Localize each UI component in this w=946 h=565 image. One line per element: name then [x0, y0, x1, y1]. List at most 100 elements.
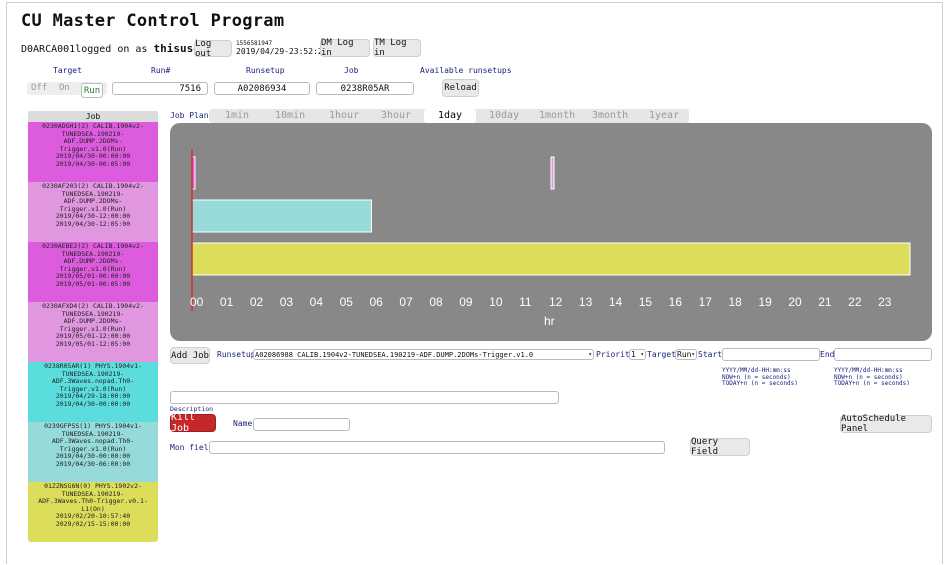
- dm-login-button[interactable]: DM Log in: [320, 38, 370, 58]
- job-plan-label: Job Plan: [170, 111, 209, 120]
- x-axis-label: hr: [544, 314, 555, 328]
- reload-button[interactable]: Reload: [442, 79, 479, 97]
- add-runsetup-select[interactable]: A02086988 CALIB.1904v2-TUNEDSEA.190219-A…: [253, 349, 594, 360]
- tab-10min[interactable]: 10min: [275, 110, 305, 121]
- state-run[interactable]: Run: [81, 83, 103, 98]
- timeline-bar[interactable]: [191, 242, 911, 276]
- end-help-line: TODAY+n (n = seconds): [834, 380, 910, 387]
- start-label: Start: [698, 350, 723, 359]
- chevron-down-icon: ▾: [640, 351, 644, 358]
- x-tick-label: 20: [788, 295, 802, 309]
- x-tick-label: 02: [250, 295, 264, 309]
- x-tick-label: 23: [878, 295, 892, 309]
- x-tick-label: 04: [310, 295, 324, 309]
- run-state-switch[interactable]: Off On Run: [27, 82, 107, 98]
- available-runsetups-label: Available runsetups: [420, 66, 512, 75]
- job-list-item[interactable]: 0230AFXD4(2) CALIB.1904v2- TUNEDSEA.19021…: [28, 302, 158, 362]
- start-input[interactable]: [722, 348, 820, 361]
- end-label: End: [820, 350, 835, 359]
- kill-job-button[interactable]: Kill Job: [170, 412, 216, 434]
- job-list-item[interactable]: 0230AF203(2) CALIB.1904v2- TUNEDSEA.19021…: [28, 182, 158, 242]
- add-target-label: Target: [647, 350, 676, 359]
- query-field-button[interactable]: Query Field: [690, 437, 750, 457]
- page-title: CU Master Control Program: [21, 11, 285, 31]
- x-tick-label: 06: [370, 295, 384, 309]
- x-tick-label: 15: [639, 295, 653, 309]
- logout-button[interactable]: Log out: [194, 39, 232, 59]
- job-label: Job: [344, 66, 359, 75]
- chevron-down-icon: ▾: [588, 351, 592, 358]
- x-tick-label: 10: [489, 295, 503, 309]
- start-help-line: TODAY+n (n = seconds): [722, 380, 798, 387]
- x-tick-label: 12: [549, 295, 563, 309]
- timeline-svg: 00 01 02 03 04 05 06 07 08 09 10 11 12 13 14 15 16 17 18 19…: [190, 149, 911, 328]
- x-tick-label: 11: [519, 295, 532, 309]
- tab-3month[interactable]: 3month: [592, 110, 628, 121]
- state-off[interactable]: Off: [31, 83, 47, 93]
- tab-1min[interactable]: 1min: [225, 110, 249, 121]
- end-input[interactable]: [834, 348, 932, 361]
- x-tick-label: 13: [579, 295, 593, 309]
- add-job-button[interactable]: Add Job: [170, 347, 210, 364]
- autoschedule-panel-button[interactable]: AutoSchedule Panel: [840, 414, 932, 434]
- login-prefix: D0ARCA001logged on as: [21, 44, 148, 55]
- tm-login-button[interactable]: TM Log in: [373, 38, 421, 58]
- x-tick-label: 14: [609, 295, 623, 309]
- job-item-line: 2029/02/15-15:00:00: [55, 519, 131, 528]
- start-format-help: YYYY/MM/dd-HH:mm:ss NOW+n (n = seconds) …: [722, 367, 798, 388]
- x-tick-label: 17: [699, 295, 713, 309]
- job-list-item[interactable]: 0230ADGH1(2) CALIB.1904v2- TUNEDSEA.19021…: [28, 122, 158, 182]
- job-plan-tabs: 1min 10min 1hour 3hour 1day 10day 1month 3month…: [209, 109, 689, 123]
- job-item-line: 2019/04/30-00:05:00: [55, 159, 131, 168]
- job-list-item[interactable]: 0238R05AR(1) PHYS.1904v1- TUNEDSEA.190219…: [28, 362, 158, 422]
- job-item-line: 2019/04/30-06:00:00: [55, 459, 131, 468]
- job-item-line: 2019/04/30-00:00:00: [55, 399, 131, 408]
- tab-10day[interactable]: 10day: [489, 110, 519, 121]
- add-target-select[interactable]: Run ▾: [675, 349, 697, 360]
- login-status: D0ARCA001logged on as thisuser: [21, 42, 206, 55]
- end-format-help: YYYY/MM/dd-HH:mm:ss NOW+n (n = seconds) …: [834, 367, 910, 388]
- target-label: Target: [53, 66, 82, 75]
- runsetup-field[interactable]: A02086934: [214, 82, 310, 95]
- x-tick-label: 01: [220, 295, 234, 309]
- timeline-bar[interactable]: [550, 156, 555, 190]
- job-list-item[interactable]: 0230AEBE2(2) CALIB.1904v2- TUNEDSEA.19021…: [28, 242, 158, 302]
- job-plan-chart: 00 01 02 03 04 05 06 07 08 09 10 11 12 13 14 15 16 17 18 19…: [170, 123, 932, 341]
- x-tick-label: 07: [399, 295, 413, 309]
- mon-field-label: Mon field: [170, 443, 214, 452]
- x-tick-label: 19: [758, 295, 772, 309]
- session-id: 1556581947: [236, 40, 273, 47]
- x-tick-label: 21: [818, 295, 832, 309]
- x-tick-label: 00: [190, 295, 204, 309]
- job-field[interactable]: 0238R05AR: [316, 82, 414, 95]
- job-list-header: Job: [28, 111, 158, 122]
- job-item-line: 2019/05/01-12:05:00: [55, 339, 131, 348]
- x-tick-label: 22: [848, 295, 862, 309]
- mon-field-input[interactable]: [209, 441, 665, 454]
- description-input[interactable]: [170, 391, 559, 404]
- x-tick-label: 05: [340, 295, 354, 309]
- tab-1day[interactable]: 1day: [424, 109, 477, 123]
- timeline-bar[interactable]: [191, 199, 372, 233]
- job-list-item[interactable]: 01ZZNSG6N(0) PHYS.1902v2- TUNEDSEA.190219…: [28, 482, 158, 542]
- x-tick-label: 03: [280, 295, 294, 309]
- name-label: Name: [233, 419, 253, 428]
- tab-1month[interactable]: 1month: [539, 110, 575, 121]
- priority-value: 1: [631, 350, 636, 359]
- x-tick-label: 16: [669, 295, 683, 309]
- tab-1hour[interactable]: 1hour: [329, 110, 359, 121]
- tab-1year[interactable]: 1year: [649, 110, 679, 121]
- run-number-label: Run#: [151, 66, 171, 75]
- tab-3hour[interactable]: 3hour: [381, 110, 411, 121]
- state-on[interactable]: On: [59, 83, 70, 93]
- name-input[interactable]: [253, 418, 350, 431]
- chevron-down-icon: ▾: [691, 351, 695, 358]
- job-item-line: 2019/04/30-12:05:00: [55, 219, 131, 228]
- priority-select[interactable]: 1 ▾: [629, 349, 646, 360]
- job-list-item[interactable]: 0239GFP5S(1) PHYS.1904v1- TUNEDSEA.190219…: [28, 422, 158, 482]
- runsetup-label: Runsetup: [246, 66, 285, 75]
- session-time: 2019/04/29-23:52:27: [236, 47, 328, 56]
- add-target-value: Run: [677, 350, 692, 359]
- x-tick-label: 09: [459, 295, 473, 309]
- run-number-field[interactable]: 7516: [112, 82, 208, 95]
